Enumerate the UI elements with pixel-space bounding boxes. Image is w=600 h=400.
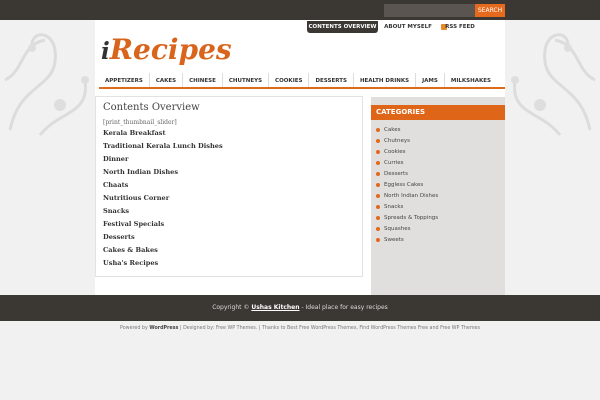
bullet-icon [376, 127, 380, 132]
page-link[interactable]: Nutritious Corner [103, 192, 223, 205]
bullet-icon [376, 204, 380, 209]
category-item[interactable]: Sweets [376, 234, 438, 245]
category-item[interactable]: North Indian Dishes [376, 190, 438, 201]
page-link[interactable]: Desserts [103, 231, 223, 244]
bullet-icon [376, 215, 380, 220]
menu-item-chutneys[interactable]: CHUTNEYS [223, 73, 270, 87]
nav-contents-overview[interactable]: CONTENTS OVERVIEW [307, 21, 378, 33]
page-link[interactable]: Traditional Kerala Lunch Dishes [103, 140, 223, 153]
page-link[interactable]: Dinner [103, 153, 223, 166]
swirl-decoration-left [4, 33, 89, 136]
category-item[interactable]: Desserts [376, 168, 438, 179]
copyright-text: Copyright © [212, 304, 250, 311]
category-menu: APPETIZERS CAKES CHINESE CHUTNEYS COOKIE… [99, 73, 505, 89]
search-input[interactable] [384, 4, 475, 17]
bullet-icon [376, 171, 380, 176]
page-title: Contents Overview [103, 102, 200, 113]
bullet-icon [376, 149, 380, 154]
categories-heading: CATEGORIES [371, 105, 505, 120]
category-item[interactable]: Curries [376, 157, 438, 168]
category-list: Cakes Chutneys Cookies Curries Desserts … [376, 124, 438, 245]
page-link[interactable]: Snacks [103, 205, 223, 218]
shortcode-text: [print_thumbnail_slider] [103, 119, 177, 126]
footer-site-link[interactable]: Ushas Kitchen [251, 304, 299, 311]
menu-item-desserts[interactable]: DESSERTS [309, 73, 354, 87]
bullet-icon [376, 182, 380, 187]
bullet-icon [376, 226, 380, 231]
page-link[interactable]: Kerala Breakfast [103, 127, 223, 140]
credits-line: Powered by WordPress | Designed by: Free… [119, 326, 480, 331]
page-list: Kerala Breakfast Traditional Kerala Lunc… [103, 127, 223, 270]
page-link[interactable]: Chaats [103, 179, 223, 192]
top-bar [0, 0, 600, 20]
bullet-icon [376, 237, 380, 242]
swirl-decoration-right [511, 33, 596, 136]
wordpress-link[interactable]: WordPress [149, 326, 178, 331]
page-link[interactable]: North Indian Dishes [103, 166, 223, 179]
bullet-icon [376, 138, 380, 143]
category-item[interactable]: Snacks [376, 201, 438, 212]
page-link[interactable]: Cakes & Bakes [103, 244, 223, 257]
credits-text: | Designed by: Free WP Themes. | Thanks … [179, 326, 480, 331]
category-item[interactable]: Chutneys [376, 135, 438, 146]
page-link[interactable]: Usha's Recipes [103, 257, 223, 270]
menu-item-health-drinks[interactable]: HEALTH DRINKS [354, 73, 417, 87]
menu-item-jams[interactable]: JAMS [416, 73, 445, 87]
menu-item-cookies[interactable]: COOKIES [269, 73, 310, 87]
contents-overview-panel: Contents Overview [print_thumbnail_slide… [95, 96, 363, 277]
nav-about-myself[interactable]: ABOUT MYSELF [383, 21, 433, 33]
category-item[interactable]: Cookies [376, 146, 438, 157]
category-item[interactable]: Spreads & Toppings [376, 212, 438, 223]
site-logo[interactable]: iRecipes [101, 33, 232, 73]
nav-rss-feed[interactable]: RSS FEED [440, 21, 480, 33]
category-item[interactable]: Cakes [376, 124, 438, 135]
footer-tagline: - Ideal place for easy recipes [301, 304, 388, 311]
category-item[interactable]: Squashes [376, 223, 438, 234]
bullet-icon [376, 193, 380, 198]
footer: Copyright © Ushas Kitchen - Ideal place … [0, 295, 600, 321]
menu-item-chinese[interactable]: CHINESE [183, 73, 223, 87]
category-item[interactable]: Eggless Cakes [376, 179, 438, 190]
menu-item-cakes[interactable]: CAKES [150, 73, 184, 87]
page-link[interactable]: Festival Specials [103, 218, 223, 231]
bullet-icon [376, 160, 380, 165]
menu-item-appetizers[interactable]: APPETIZERS [99, 73, 150, 87]
sidebar: CATEGORIES Cakes Chutneys Cookies Currie… [371, 97, 505, 295]
menu-item-milkshakes[interactable]: MILKSHAKES [445, 73, 497, 87]
search-button[interactable]: SEARCH [475, 4, 505, 17]
